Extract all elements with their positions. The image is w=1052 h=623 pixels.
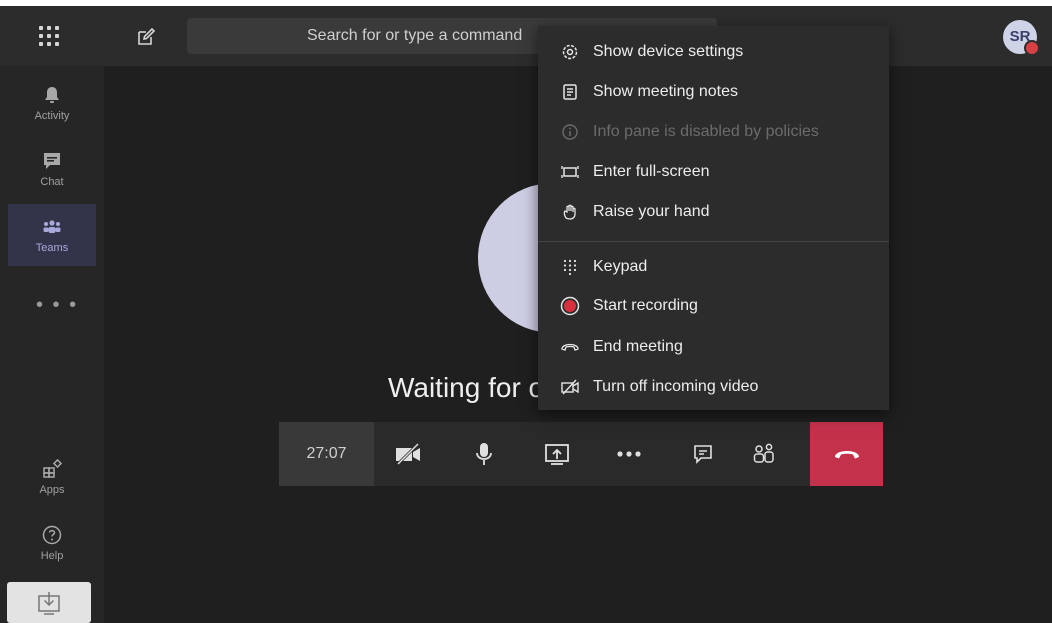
download-app-button[interactable] xyxy=(7,582,91,623)
menu-item-label: Start recording xyxy=(593,297,698,314)
info-icon xyxy=(560,122,580,142)
share-screen-button[interactable] xyxy=(532,422,582,486)
chat-icon xyxy=(44,153,60,169)
participants-icon xyxy=(753,443,774,463)
menu-item-label: End meeting xyxy=(593,338,683,355)
microphone-button[interactable] xyxy=(459,422,509,486)
app-rail: Activity Chat Teams • • • Apps Help xyxy=(0,66,104,623)
keypad-icon xyxy=(560,257,580,277)
gear-icon xyxy=(560,42,580,62)
chat-icon xyxy=(694,445,712,464)
record-icon xyxy=(560,296,580,316)
call-controls-bar: 27:07 xyxy=(279,422,883,486)
menu-divider xyxy=(538,241,889,242)
menu-item-label: Turn off incoming video xyxy=(593,378,759,395)
help-icon xyxy=(42,525,62,545)
rail-item-apps[interactable]: Apps xyxy=(8,446,96,508)
show-participants-button[interactable] xyxy=(739,422,789,486)
teams-icon xyxy=(43,220,61,233)
hand-icon xyxy=(560,202,580,222)
rail-item-label: Apps xyxy=(39,484,65,496)
more-icon xyxy=(617,451,641,457)
camera-toggle-button[interactable] xyxy=(384,422,434,486)
menu-item-show-device-settings[interactable]: Show device settings xyxy=(538,32,889,72)
menu-item-turn-off-incoming-video[interactable]: Turn off incoming video xyxy=(538,367,889,407)
menu-item-show-meeting-notes[interactable]: Show meeting notes xyxy=(538,72,889,112)
menu-item-start-recording[interactable]: Start recording xyxy=(538,286,889,326)
rail-item-chat[interactable]: Chat xyxy=(8,138,96,200)
video-off-icon xyxy=(560,377,580,397)
menu-item-label: Raise your hand xyxy=(593,203,710,220)
rail-item-label: Teams xyxy=(35,242,69,254)
rail-item-activity[interactable]: Activity xyxy=(8,72,96,134)
notes-icon xyxy=(560,82,580,102)
show-conversation-button[interactable] xyxy=(678,422,728,486)
rail-item-label: Help xyxy=(40,550,64,562)
bell-icon xyxy=(45,87,59,103)
top-bar: Search for or type a command SR xyxy=(0,6,1052,66)
microphone-icon xyxy=(476,443,492,465)
fullscreen-icon xyxy=(560,162,580,182)
call-timer: 27:07 xyxy=(279,422,374,486)
menu-item-label: Show device settings xyxy=(593,43,744,60)
menu-item-enter-full-screen[interactable]: Enter full-screen xyxy=(538,152,889,192)
more-actions-menu: Show device settings Show meeting notes … xyxy=(538,26,889,410)
more-actions-button[interactable] xyxy=(604,422,654,486)
rail-item-help[interactable]: Help xyxy=(8,512,96,574)
apps-icon xyxy=(43,458,63,478)
rail-item-label: Activity xyxy=(34,110,70,122)
hang-up-icon xyxy=(834,451,859,459)
more-apps-icon[interactable]: • • • xyxy=(36,294,78,317)
menu-item-label: Show meeting notes xyxy=(593,83,738,100)
end-meeting-icon xyxy=(560,337,580,357)
app-launcher-icon[interactable] xyxy=(37,24,61,48)
menu-item-label: Enter full-screen xyxy=(593,163,710,180)
download-icon xyxy=(38,592,60,615)
camera-off-icon xyxy=(396,442,420,466)
new-chat-icon[interactable] xyxy=(135,26,157,48)
menu-item-raise-your-hand[interactable]: Raise your hand xyxy=(538,192,889,232)
teams-window: Search for or type a command SR Activity… xyxy=(0,6,1052,623)
menu-item-label: Info pane is disabled by policies xyxy=(593,123,819,140)
share-screen-icon xyxy=(545,444,569,465)
hang-up-button[interactable] xyxy=(810,422,883,486)
menu-item-label: Keypad xyxy=(593,258,648,275)
menu-item-end-meeting[interactable]: End meeting xyxy=(538,327,889,367)
rail-item-label: Chat xyxy=(40,176,64,188)
menu-item-keypad[interactable]: Keypad xyxy=(538,247,889,287)
menu-item-info-pane-disabled: Info pane is disabled by policies xyxy=(538,112,889,152)
rail-item-teams[interactable]: Teams xyxy=(8,204,96,266)
presence-status-icon xyxy=(1024,40,1040,56)
avatar[interactable]: SR xyxy=(1003,20,1040,56)
